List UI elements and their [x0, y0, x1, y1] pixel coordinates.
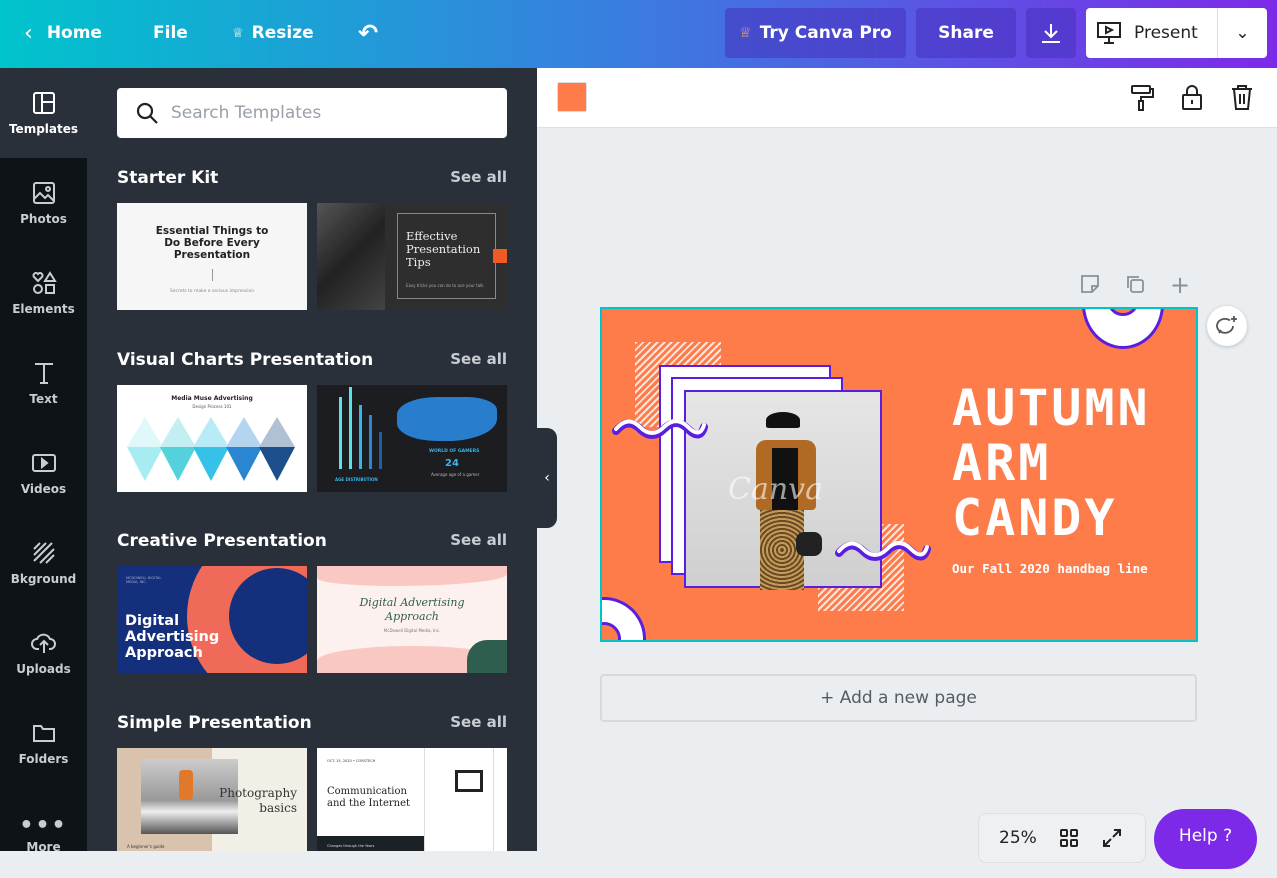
- see-all-link[interactable]: See all: [450, 713, 507, 733]
- comment-button[interactable]: [1207, 306, 1247, 346]
- download-button[interactable]: [1026, 8, 1076, 58]
- see-all-link[interactable]: See all: [450, 350, 507, 370]
- zoom-level[interactable]: 25%: [999, 828, 1037, 848]
- trash-icon[interactable]: [1230, 83, 1254, 111]
- lock-icon[interactable]: [1180, 83, 1204, 111]
- templates-icon: [32, 92, 55, 114]
- template-thumbnail[interactable]: Media Muse Advertising Design Process 10…: [117, 385, 307, 492]
- grid-view-icon[interactable]: [1059, 828, 1079, 848]
- add-page-icon[interactable]: +: [1170, 271, 1190, 299]
- present-icon: [1097, 22, 1121, 44]
- circle-decoration: [602, 597, 646, 640]
- template-thumbnail[interactable]: MCDOWELL DIGITAL MEDIA, INC. Digital Adv…: [117, 566, 307, 673]
- folders-icon: [32, 725, 55, 742]
- more-icon: •••: [19, 812, 68, 838]
- add-new-page-button[interactable]: + Add a new page: [600, 674, 1197, 722]
- rail-more[interactable]: ••• More: [0, 788, 87, 878]
- resize-button[interactable]: ♕ Resize: [232, 8, 314, 58]
- crown-icon: ♕: [232, 25, 244, 41]
- videos-icon: [31, 454, 56, 472]
- search-input[interactable]: Search Templates: [117, 88, 507, 138]
- elements-icon: [32, 271, 57, 294]
- add-comment-icon: [1216, 316, 1237, 334]
- template-thumbnail[interactable]: OCT. 15, 2020 • CORSTECH Communication a…: [317, 748, 507, 851]
- fullscreen-icon[interactable]: [1101, 827, 1123, 849]
- section-header: Creative Presentation See all: [117, 531, 507, 551]
- chevron-left-icon: ‹: [24, 20, 33, 46]
- rail-videos[interactable]: Videos: [0, 428, 87, 518]
- undo-icon[interactable]: ↶: [358, 8, 378, 58]
- color-swatch[interactable]: [557, 82, 587, 112]
- see-all-link[interactable]: See all: [450, 531, 507, 551]
- squiggle-decoration: [612, 419, 708, 439]
- template-thumbnail[interactable]: Photography basics A beginner's guide: [117, 748, 307, 851]
- template-thumbnail[interactable]: Digital Advertising Approach McDowell Di…: [317, 566, 507, 673]
- rail-photos[interactable]: Photos: [0, 158, 87, 248]
- top-bar: ‹ Home File ♕ Resize ↶ ♕ Try Canva Pro Shar…: [0, 0, 1277, 68]
- paint-roller-icon[interactable]: [1129, 84, 1155, 112]
- download-icon: [1042, 24, 1060, 43]
- squiggle-decoration: [835, 541, 931, 561]
- circle-decoration: [1082, 309, 1164, 349]
- crown-icon: ♕: [739, 25, 752, 41]
- slide-title[interactable]: AUTUMN ARM CANDY: [952, 381, 1151, 546]
- side-rail: Templates Photos Elements Text Videos Bk…: [0, 68, 87, 854]
- templates-panel: Search Templates Starter Kit See all Esse…: [87, 68, 537, 851]
- chevron-down-icon[interactable]: ⌄: [1217, 8, 1267, 58]
- note-icon[interactable]: [1080, 274, 1100, 294]
- see-all-link[interactable]: See all: [450, 168, 507, 188]
- home-button[interactable]: ‹ Home: [24, 8, 102, 58]
- editor-toolbar: [537, 68, 1277, 128]
- rail-templates[interactable]: Templates: [0, 68, 87, 158]
- slide-subtitle[interactable]: Our Fall 2020 handbag line: [952, 561, 1148, 576]
- rail-uploads[interactable]: Uploads: [0, 608, 87, 698]
- zoom-controls: 25%: [978, 813, 1146, 863]
- slide-canvas[interactable]: Canva AUTUMN ARM CANDY Our Fall 2020 han…: [600, 307, 1198, 642]
- help-button[interactable]: Help ?: [1154, 809, 1257, 869]
- uploads-icon: [30, 633, 56, 653]
- rail-elements[interactable]: Elements: [0, 248, 87, 338]
- section-header: Simple Presentation See all: [117, 713, 507, 733]
- background-icon: [32, 542, 55, 564]
- share-button[interactable]: Share: [916, 8, 1016, 58]
- collapse-panel-button[interactable]: ‹: [537, 428, 557, 528]
- template-thumbnail[interactable]: Effective Presentation Tips Easy tricks …: [317, 203, 507, 310]
- file-menu[interactable]: File: [153, 8, 188, 58]
- rail-text[interactable]: Text: [0, 338, 87, 428]
- rail-background[interactable]: Bkground: [0, 518, 87, 608]
- search-icon: [136, 102, 158, 124]
- duplicate-icon[interactable]: [1125, 274, 1145, 294]
- try-canva-pro-button[interactable]: ♕ Try Canva Pro: [725, 8, 906, 58]
- template-thumbnail[interactable]: Essential Things to Do Before Every Pres…: [117, 203, 307, 310]
- present-button[interactable]: Present ⌄: [1086, 8, 1267, 58]
- section-header: Starter Kit See all: [117, 168, 507, 188]
- rail-folders[interactable]: Folders: [0, 698, 87, 788]
- photos-icon: [32, 182, 55, 204]
- section-header: Visual Charts Presentation See all: [117, 350, 507, 370]
- template-thumbnail[interactable]: AGE DISTRIBUTION WORLD OF GAMERS 24 Aver…: [317, 385, 507, 492]
- text-icon: [34, 363, 53, 384]
